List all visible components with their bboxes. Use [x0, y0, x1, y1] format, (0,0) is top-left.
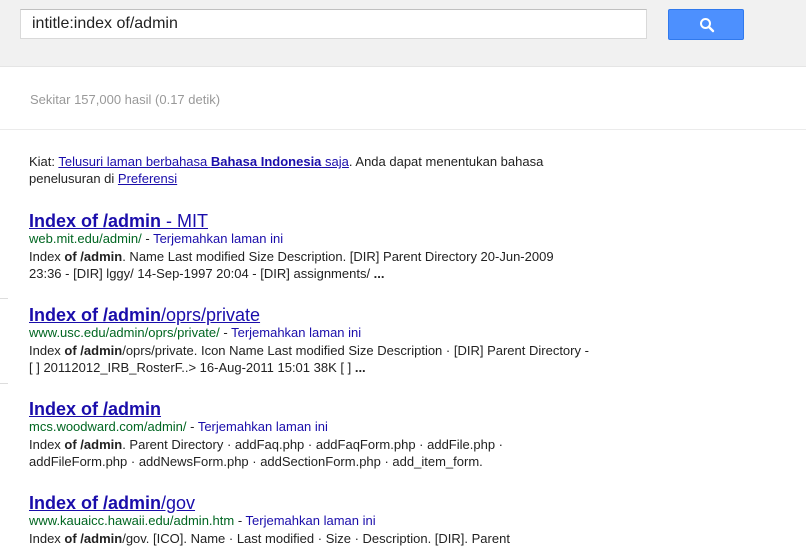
search-header — [0, 0, 806, 67]
side-divider — [0, 298, 8, 299]
result-url: www.kauaicc.hawaii.edu/admin.htm — [29, 513, 235, 528]
result-title-rest: /gov — [161, 493, 196, 513]
result-meta: mcs.woodward.com/admin/ - Terjemahkan la… — [29, 418, 589, 435]
search-result: Index of /admin/oprs/private www.usc.edu/… — [29, 305, 589, 376]
result-separator: - — [234, 513, 246, 528]
result-url: www.usc.edu/admin/oprs/private/ — [29, 325, 220, 340]
result-meta: www.kauaicc.hawaii.edu/admin.htm - Terje… — [29, 512, 589, 529]
result-meta: web.mit.edu/admin/ - Terjemahkan laman i… — [29, 230, 589, 247]
result-snippet: Index of /admin/gov. [ICO]. Name · Last … — [29, 530, 589, 547]
tip-prefix: Kiat: — [29, 154, 59, 169]
result-title-link[interactable]: Index of /admin/oprs/private — [29, 305, 589, 325]
snippet-highlight: of /admin — [64, 343, 123, 358]
search-result: Index of /admin/gov www.kauaicc.hawaii.ed… — [29, 493, 589, 547]
snippet-text: Index — [29, 437, 65, 452]
snippet-highlight: of /admin — [64, 249, 123, 264]
result-stats: Sekitar 157,000 hasil (0.17 detik) — [30, 92, 221, 107]
result-snippet: Index of /admin. Name Last modified Size… — [29, 248, 589, 282]
language-link-text: Telusuri laman berbahasa — [58, 154, 211, 169]
translate-link[interactable]: Terjemahkan laman ini — [198, 419, 328, 434]
result-url: web.mit.edu/admin/ — [29, 231, 142, 246]
result-meta: www.usc.edu/admin/oprs/private/ - Terjem… — [29, 324, 589, 341]
snippet-highlight: of /admin — [64, 437, 123, 452]
result-url: mcs.woodward.com/admin/ — [29, 419, 187, 434]
result-title-link[interactable]: Index of /admin — [29, 399, 589, 419]
result-title-rest: - MIT — [161, 211, 209, 231]
result-snippet: Index of /admin/oprs/private. Icon Name … — [29, 342, 589, 376]
language-filter-link[interactable]: Telusuri laman berbahasa Bahasa Indonesi… — [58, 154, 349, 169]
search-input[interactable] — [21, 10, 646, 38]
result-title-bold: Index of /admin — [29, 305, 162, 325]
result-separator: - — [141, 231, 154, 246]
side-divider — [0, 383, 8, 384]
result-title-link[interactable]: Index of /admin - MIT — [29, 211, 589, 231]
result-title-bold: Index of /admin — [29, 493, 162, 513]
search-result: Index of /admin mcs.woodward.com/admin/ -… — [29, 399, 589, 470]
result-title-link[interactable]: Index of /admin/gov — [29, 493, 589, 513]
snippet-highlight: ... — [354, 360, 366, 375]
snippet-highlight: ... — [373, 266, 385, 281]
snippet-text: Index — [29, 531, 65, 546]
snippet-text: Index — [29, 249, 65, 264]
result-title-rest: /oprs/private — [161, 305, 261, 325]
stats-bar: Sekitar 157,000 hasil (0.17 detik) — [0, 67, 806, 130]
snippet-text: Index — [29, 343, 65, 358]
search-icon — [700, 18, 715, 33]
language-tip: Kiat: Telusuri laman berbahasa Bahasa In… — [29, 153, 589, 187]
result-snippet: Index of /admin. Parent Directory · addF… — [29, 436, 589, 470]
language-link-suffix: saja — [321, 154, 349, 169]
snippet-highlight: of /admin — [64, 531, 123, 546]
search-button[interactable] — [668, 9, 744, 40]
snippet-text: /gov. [ICO]. Name · Last modified · Size… — [122, 531, 510, 546]
search-box[interactable] — [20, 9, 647, 39]
preferences-link[interactable]: Preferensi — [118, 171, 177, 186]
language-link-bold: Bahasa Indonesia — [210, 154, 322, 169]
translate-link[interactable]: Terjemahkan laman ini — [153, 231, 283, 246]
search-result: Index of /admin - MIT web.mit.edu/admin/ … — [29, 211, 589, 282]
result-separator: - — [219, 325, 232, 340]
result-title-bold: Index of /admin — [29, 211, 162, 231]
translate-link[interactable]: Terjemahkan laman ini — [231, 325, 361, 340]
result-title-bold: Index of /admin — [29, 399, 162, 419]
translate-link[interactable]: Terjemahkan laman ini — [246, 513, 376, 528]
result-separator: - — [186, 419, 198, 434]
